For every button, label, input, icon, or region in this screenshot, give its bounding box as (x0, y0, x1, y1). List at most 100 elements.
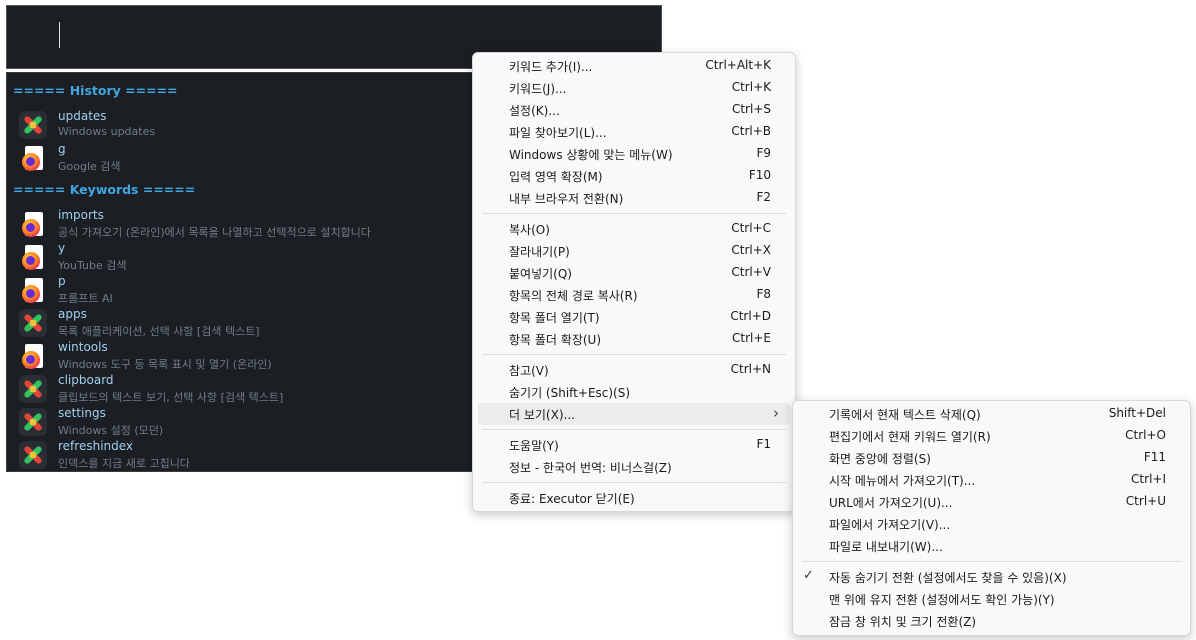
menu-item[interactable]: 입력 영역 확장(M) F10 (478, 165, 790, 187)
menu-item-label: 정보 - 한국어 번역: 비너스걸(Z) (509, 461, 672, 475)
text-caret (59, 22, 60, 48)
menu-item[interactable]: 잠금 창 위치 및 크기 전환(Z) (798, 610, 1185, 632)
app-icon-center (30, 386, 36, 392)
menu-item-label: 설정(K)... (509, 104, 560, 118)
menu-item-shortcut: Ctrl+X (731, 243, 771, 257)
menu-item-label: 화면 중앙에 정렬(S) (829, 452, 931, 466)
menu-item-label: 파일 찾아보기(L)... (509, 126, 607, 140)
firefox-icon (19, 210, 47, 238)
menu-item-label: 도움말(Y) (509, 439, 559, 453)
menu-item-shortcut: F1 (756, 437, 771, 451)
more-submenu: 기록에서 현재 텍스트 삭제(Q) Shift+Del 편집기에서 현재 키워드 열… (792, 400, 1191, 636)
menu-item-label: 항목의 전체 경로 복사(R) (509, 289, 638, 303)
menu-item[interactable]: 복사(O) Ctrl+C (478, 218, 790, 240)
app-icon-center (30, 122, 36, 128)
menu-item-shortcut: Ctrl+O (1125, 428, 1166, 442)
app-icon (19, 441, 47, 469)
menu-item-label: 더 보기(X)... (509, 408, 575, 422)
globe-shape (26, 223, 35, 232)
item-description: Windows 설정 (모던) (58, 424, 164, 437)
menu-item-label: 숨기기 (Shift+Esc)(S) (509, 386, 631, 400)
menu-item[interactable]: URL에서 가져오기(U)... Ctrl+U (798, 491, 1185, 513)
menu-item-shortcut: F9 (756, 146, 771, 160)
menu-item[interactable]: 숨기기 (Shift+Esc)(S) (478, 381, 790, 403)
menu-item-label: 파일로 내보내기(W)... (829, 540, 943, 554)
menu-item[interactable]: 종료: Executor 닫기(E) (478, 487, 790, 509)
menu-item-label: 편집기에서 현재 키워드 열기(R) (829, 430, 991, 444)
item-description: 목록 애플리케이션, 선택 사항 [검색 텍스트] (58, 325, 260, 338)
menu-item[interactable]: 잘라내기(P) Ctrl+X (478, 240, 790, 262)
menu-item[interactable]: 편집기에서 현재 키워드 열기(R) Ctrl+O (798, 425, 1185, 447)
menu-item[interactable]: 파일로 내보내기(W)... (798, 535, 1185, 557)
item-title: settings (58, 406, 106, 420)
context-menu: 키워드 추가(I)... Ctrl+Alt+K 키워드(J)... Ctrl+K 설정(… (472, 52, 796, 512)
menu-item[interactable]: 항목 폴더 열기(T) Ctrl+D (478, 306, 790, 328)
keywords-header: ===== Keywords ===== (13, 182, 196, 197)
menu-item-label: 붙여넣기(Q) (509, 267, 572, 281)
history-header: ===== History ===== (13, 83, 178, 98)
item-title: clipboard (58, 373, 114, 387)
menu-item[interactable]: 더 보기(X)... › (478, 403, 790, 425)
menu-item-shortcut: Ctrl+N (730, 362, 771, 376)
menu-item-shortcut: Ctrl+C (731, 221, 771, 235)
item-title: imports (58, 208, 104, 222)
menu-item[interactable]: 설정(K)... Ctrl+S (478, 99, 790, 121)
menu-item-label: 파일에서 가져오기(V)... (829, 518, 951, 532)
menu-item-label: 시작 메뉴에서 가져오기(T)... (829, 474, 976, 488)
menu-item-label: 기록에서 현재 텍스트 삭제(Q) (829, 408, 981, 422)
menu-item[interactable]: 항목의 전체 경로 복사(R) F8 (478, 284, 790, 306)
menu-item[interactable]: 맨 위에 유지 전환 (설정에서도 확인 가능)(Y) (798, 588, 1185, 610)
menu-item[interactable]: 참고(V) Ctrl+N (478, 359, 790, 381)
menu-item-label: 입력 영역 확장(M) (509, 170, 603, 184)
item-description: YouTube 검색 (58, 259, 127, 272)
menu-item[interactable]: 정보 - 한국어 번역: 비너스걸(Z) (478, 456, 790, 478)
menu-item[interactable]: 키워드(J)... Ctrl+K (478, 77, 790, 99)
item-title: apps (58, 307, 87, 321)
menu-item-label: 잠금 창 위치 및 크기 전환(Z) (829, 615, 977, 629)
menu-item-shortcut: Ctrl+S (731, 102, 771, 116)
item-title: p (58, 274, 66, 288)
menu-item[interactable]: 파일에서 가져오기(V)... (798, 513, 1185, 535)
menu-item[interactable]: 화면 중앙에 정렬(S) F11 (798, 447, 1185, 469)
menu-item-label: 키워드(J)... (509, 82, 567, 96)
app-icon (19, 309, 47, 337)
app-icon (19, 408, 47, 436)
menu-item[interactable]: 키워드 추가(I)... Ctrl+Alt+K (478, 55, 790, 77)
globe-shape (26, 355, 35, 364)
menu-item[interactable]: ✓ 자동 숨기기 전환 (설정에서도 찾을 수 있음)(X) (798, 566, 1185, 588)
menu-item-label: URL에서 가져오기(U)... (829, 496, 953, 510)
globe-shape (26, 256, 35, 265)
menu-item[interactable]: 붙여넣기(Q) Ctrl+V (478, 262, 790, 284)
menu-item[interactable]: 내부 브라우저 전환(N) F2 (478, 187, 790, 209)
menu-item[interactable]: 파일 찾아보기(L)... Ctrl+B (478, 121, 790, 143)
menu-item-shortcut: Ctrl+E (732, 331, 771, 345)
item-description: 클립보드의 텍스트 보기, 선택 사항 [검색 텍스트] (58, 391, 284, 404)
menu-item-shortcut: Ctrl+D (730, 309, 771, 323)
menu-item-shortcut: Ctrl+I (1131, 472, 1166, 486)
menu-separator (482, 213, 786, 214)
menu-separator (802, 561, 1181, 562)
item-title: refreshindex (58, 439, 134, 453)
menu-item-label: 맨 위에 유지 전환 (설정에서도 확인 가능)(Y) (829, 593, 1055, 607)
item-title: g (58, 142, 66, 156)
item-description: 공식 가져오기 (온라인)에서 목록을 나열하고 선택적으로 설치합니다 (58, 226, 371, 239)
menu-item-label: 참고(V) (509, 364, 549, 378)
menu-item-label: 키워드 추가(I)... (509, 60, 593, 74)
menu-item-label: 종료: Executor 닫기(E) (509, 492, 635, 506)
menu-item[interactable]: Windows 상황에 맞는 메뉴(W) F9 (478, 143, 790, 165)
menu-item[interactable]: 기록에서 현재 텍스트 삭제(Q) Shift+Del (798, 403, 1185, 425)
item-description: 인덱스를 지금 새로 고칩니다 (58, 457, 190, 470)
menu-item-label: 항목 폴더 확장(U) (509, 333, 602, 347)
menu-item[interactable]: 도움말(Y) F1 (478, 434, 790, 456)
menu-item-shortcut: Ctrl+Alt+K (705, 58, 771, 72)
menu-item-shortcut: Ctrl+V (731, 265, 771, 279)
menu-item-shortcut: F10 (748, 168, 771, 182)
app-icon (19, 111, 47, 139)
item-description: 프롬프트 AI (58, 292, 113, 305)
firefox-icon (19, 276, 47, 304)
menu-item-label: 자동 숨기기 전환 (설정에서도 찾을 수 있음)(X) (829, 571, 1067, 585)
app-icon-center (30, 419, 36, 425)
app-icon (19, 375, 47, 403)
menu-item[interactable]: 항목 폴더 확장(U) Ctrl+E (478, 328, 790, 350)
menu-item[interactable]: 시작 메뉴에서 가져오기(T)... Ctrl+I (798, 469, 1185, 491)
